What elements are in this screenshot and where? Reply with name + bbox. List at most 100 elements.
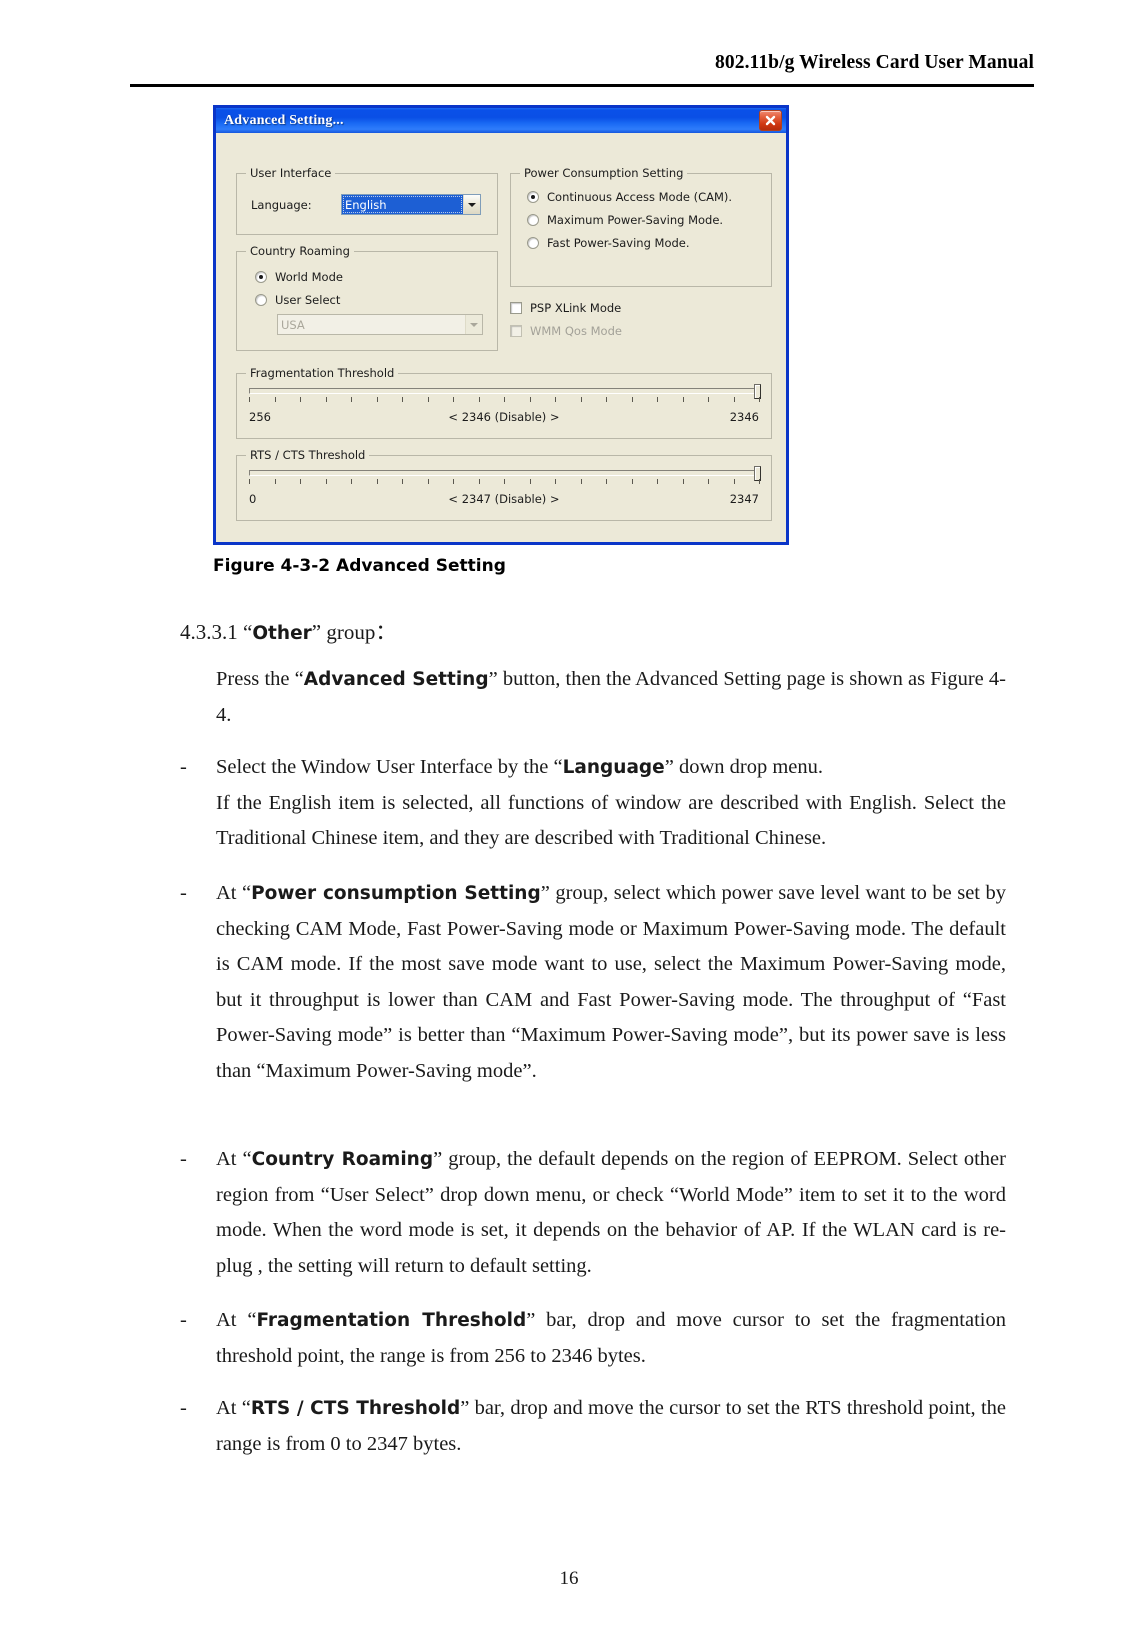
group-legend-country-roaming: Country Roaming [246,244,354,258]
rts-cts-min-label: 0 [249,492,257,506]
fragmentation-slider[interactable] [249,384,761,404]
dialog-body: User Interface Language: English Country… [216,133,786,542]
dialog-title: Advanced Setting... [224,112,344,128]
bullet-rts-cts-threshold: - At “RTS / CTS Threshold” bar, drop and… [180,1391,1006,1462]
bullet-fragmentation-threshold: - At “Fragmentation Threshold” bar, drop… [180,1303,1006,1374]
rts-cts-current-label: < 2347 (Disable) > [448,492,560,506]
radio-indicator-cam-mode [527,191,539,203]
fragmentation-min-label: 256 [249,410,271,424]
language-label: Language: [251,197,312,212]
close-icon[interactable] [759,110,782,131]
group-power-consumption: Power Consumption Setting Continuous Acc… [510,166,772,287]
region-select-value: USA [278,315,465,334]
bullet-dash: - [180,1148,187,1170]
language-row: Language: English [251,194,481,215]
bullet-country-text: At “Country Roaming” group, the default … [216,1142,1006,1284]
paragraph-press-advanced-setting: Press the “Advanced Setting” button, the… [216,662,1006,733]
dialog-titlebar: Advanced Setting... [213,105,789,133]
radio-indicator-maximum-power-saving [527,214,539,226]
radio-label-user-select: User Select [275,293,341,307]
bullet-dash: - [180,1397,187,1419]
figure-caption: Figure 4-3-2 Advanced Setting [213,556,506,576]
advanced-setting-dialog: Advanced Setting... User Interface Langu… [213,105,789,545]
section-term: Other [252,623,312,644]
press-term: Advanced Setting [303,669,489,690]
radio-fast-power-saving[interactable]: Fast Power-Saving Mode. [527,236,732,250]
bullet-language-text: Select the Window User Interface by the … [216,750,1006,857]
chevron-down-icon[interactable] [465,315,482,334]
bullet-frag-text: At “Fragmentation Threshold” bar, drop a… [216,1303,1006,1374]
bullet-power-post: ” group, select which power save level w… [216,882,1006,1082]
rts-cts-slider-labels: 0 < 2347 (Disable) > 2347 [249,492,759,506]
power-consumption-options: Continuous Access Mode (CAM). Maximum Po… [527,190,732,259]
radio-cam-mode[interactable]: Continuous Access Mode (CAM). [527,190,732,204]
page-header: 802.11b/g Wireless Card User Manual [130,52,1034,79]
group-user-interface: User Interface Language: English [236,166,498,235]
radio-indicator-fast-power-saving [527,237,539,249]
rts-cts-slider[interactable] [249,466,761,486]
bullet-power-consumption: - At “Power consumption Setting” group, … [180,876,1006,1089]
bullet-power-pre: At “ [216,882,252,904]
bullet-frag-pre: At “ [216,1309,257,1331]
checkbox-indicator-psp-xlink-mode [510,302,522,314]
group-fragmentation-threshold: Fragmentation Threshold 256 < 2346 (Disa… [236,366,772,439]
section-heading: 4.3.3.1 “Other” group： [180,616,396,646]
radio-indicator-user-select [255,294,267,306]
bullet-rts-text: At “RTS / CTS Threshold” bar, drop and m… [216,1391,1006,1462]
checkbox-wmm-qos-mode: WMM Qos Mode [510,324,772,338]
fragmentation-current-label: < 2346 (Disable) > [448,410,560,424]
quote-open: “ [243,620,253,644]
checkbox-psp-xlink-mode[interactable]: PSP XLink Mode [510,301,772,315]
group-legend-power-consumption: Power Consumption Setting [520,166,688,180]
bullet-country-roaming: - At “Country Roaming” group, the defaul… [180,1142,1006,1284]
bullet-country-term: Country Roaming [251,1149,434,1170]
group-rts-cts-threshold: RTS / CTS Threshold 0 < 2347 (Disable) >… [236,448,772,521]
bullet-dash: - [180,1309,187,1331]
radio-label-world-mode: World Mode [275,270,343,284]
fragmentation-slider-track[interactable] [249,384,761,399]
checkbox-indicator-wmm-qos-mode [510,325,522,337]
group-country-roaming: Country Roaming World Mode User Select U… [236,244,498,351]
bullet-language-term: Language [562,757,665,778]
bullet-dash: - [180,756,187,778]
rts-cts-max-label: 2347 [729,492,759,506]
bullet-language-line1: Select the Window User Interface by the … [216,750,1006,786]
rts-cts-slider-ticks [249,479,760,486]
language-select-value: English [342,195,463,214]
country-roaming-options: World Mode User Select [255,270,343,316]
radio-label-cam-mode: Continuous Access Mode (CAM). [547,190,733,204]
bullet-frag-term: Fragmentation Threshold [256,1310,527,1331]
press-pre: Press the “ [216,668,304,690]
radio-label-maximum-power-saving: Maximum Power-Saving Mode. [547,213,724,227]
fragmentation-slider-labels: 256 < 2346 (Disable) > 2346 [249,410,759,424]
bullet-language-pre: Select the Window User Interface by the … [216,756,563,778]
bullet-language: - Select the Window User Interface by th… [180,750,1006,857]
bullet-rts-term: RTS / CTS Threshold [250,1398,461,1419]
radio-user-select[interactable]: User Select [255,293,343,307]
bullet-power-term: Power consumption Setting [251,883,541,904]
section-number: 4.3.3.1 [180,620,243,644]
bullet-language-extra: If the English item is selected, all fun… [216,791,1006,850]
group-legend-fragmentation-threshold: Fragmentation Threshold [246,366,399,380]
page-number: 16 [559,1568,579,1589]
chevron-down-icon[interactable] [463,195,480,214]
checkbox-label-wmm-qos-mode: WMM Qos Mode [530,324,622,338]
bullet-dash: - [180,882,187,904]
checkbox-label-psp-xlink-mode: PSP XLink Mode [530,301,622,315]
bullet-language-post: ” down drop menu. [664,756,824,778]
radio-world-mode[interactable]: World Mode [255,270,343,284]
extra-checkbox-group: PSP XLink Mode WMM Qos Mode [510,301,772,347]
manual-title: 802.11b/g Wireless Card User Manual [715,52,1034,73]
group-legend-rts-cts-threshold: RTS / CTS Threshold [246,448,370,462]
rts-cts-slider-track[interactable] [249,466,761,481]
bullet-country-pre: At “ [216,1148,252,1170]
radio-label-fast-power-saving: Fast Power-Saving Mode. [547,236,690,250]
bullet-power-text: At “Power consumption Setting” group, se… [216,876,1006,1089]
radio-maximum-power-saving[interactable]: Maximum Power-Saving Mode. [527,213,732,227]
radio-indicator-world-mode [255,271,267,283]
fragmentation-slider-ticks [249,397,760,404]
section-tail: ” group： [311,620,397,644]
language-select[interactable]: English [341,194,481,215]
fragmentation-max-label: 2346 [729,410,759,424]
region-select[interactable]: USA [277,314,483,335]
